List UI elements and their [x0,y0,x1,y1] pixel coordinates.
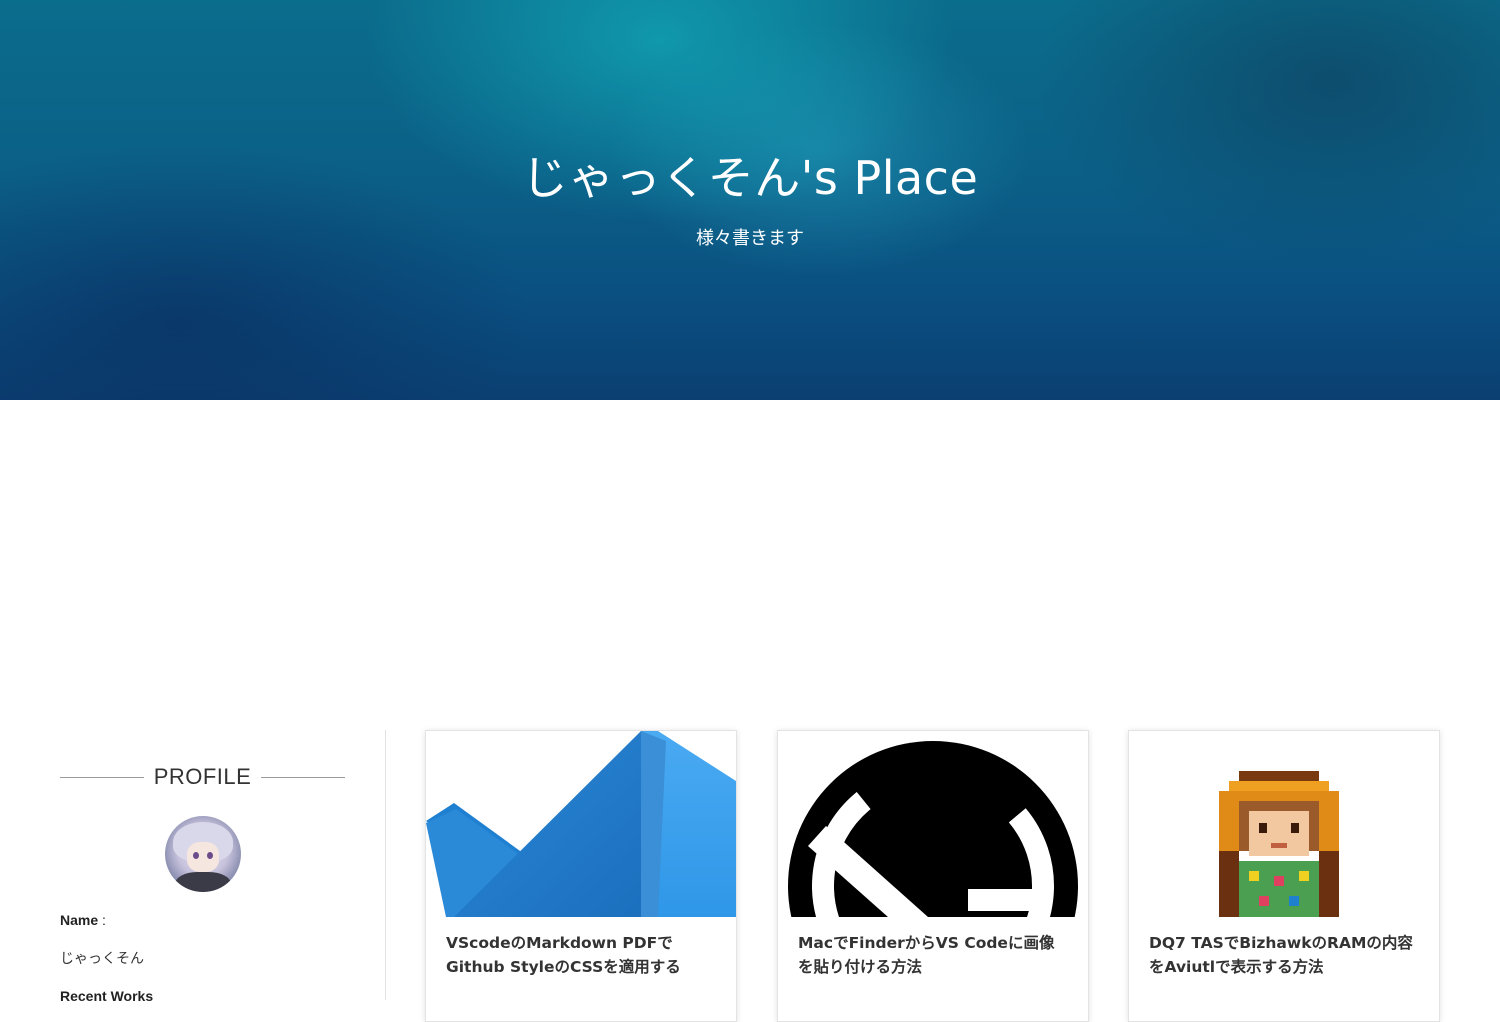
post-thumbnail[interactable] [1129,731,1439,917]
gatsby-logo-icon [788,741,1078,917]
post-thumbnail[interactable] [426,731,736,917]
post-title[interactable]: VScodeのMarkdown PDFでGithub StyleのCSSを適用す… [426,917,736,979]
avatar-face [186,842,219,872]
name-label: Name : [60,912,345,928]
post-card[interactable]: DQ7 TASでBizhawkのRAMの内容をAviutlで表示する方法 [1128,730,1440,1022]
vscode-logo-icon [426,731,736,917]
heading-line-right [261,776,346,778]
site-title[interactable]: じゃっくそん's Place [0,142,1500,208]
avatar [164,816,241,892]
heading-line-left [60,776,144,778]
name-colon: : [98,912,106,928]
post-thumbnail[interactable] [778,731,1088,917]
sidebar-divider [385,730,386,1000]
profile-heading-text: PROFILE [153,764,252,789]
hero-banner: じゃっくそん's Place 様々書きます [0,0,1500,400]
post-card[interactable]: MacでFinderからVS Codeに画像を貼り付ける方法 [777,730,1089,1022]
name-label-text: Name [60,912,99,928]
avatar-eye [192,852,199,859]
site-subtitle: 様々書きます [696,228,804,249]
profile-sidebar: PROFILE Name : じゃっくそん Recent Works [60,760,346,1004]
name-value: じゃっくそん [60,951,144,967]
post-title[interactable]: MacでFinderからVS Codeに画像を貼り付ける方法 [778,917,1088,979]
post-title[interactable]: DQ7 TASでBizhawkのRAMの内容をAviutlで表示する方法 [1129,917,1439,979]
profile-heading: PROFILE [60,760,346,794]
recent-works-label: Recent Works [60,988,154,1004]
avatar-eye [206,852,213,859]
post-card[interactable]: VScodeのMarkdown PDFでGithub StyleのCSSを適用す… [425,730,737,1022]
avatar-body [174,872,231,892]
pixel-character-icon [1219,771,1339,917]
